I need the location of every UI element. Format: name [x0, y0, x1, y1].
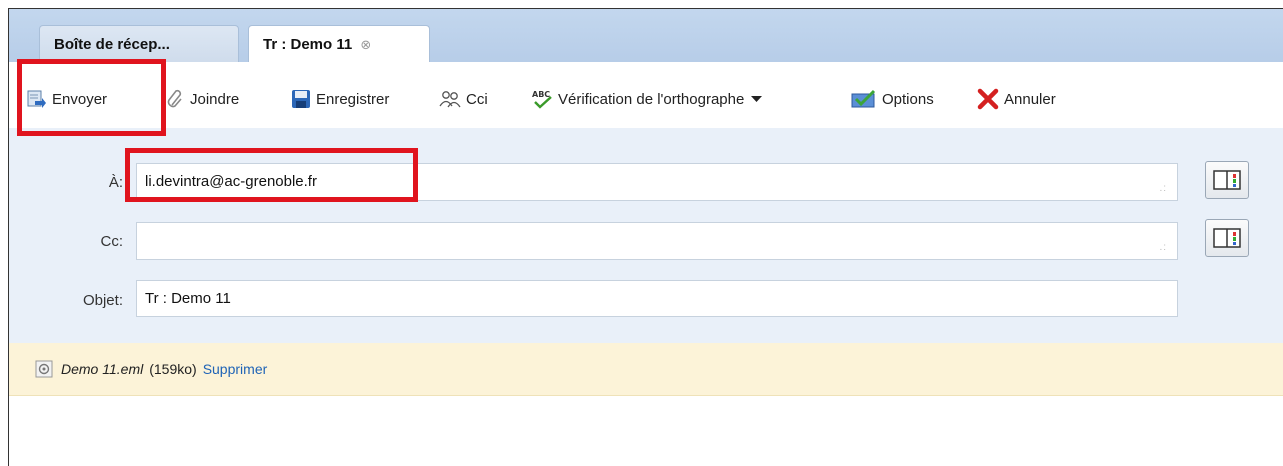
tab-compose[interactable]: Tr : Demo 11 ⊗	[248, 25, 430, 63]
to-value: li.devintra@ac-grenoble.fr	[145, 173, 317, 190]
cc-field[interactable]: .:	[136, 222, 1178, 260]
send-icon	[27, 90, 46, 108]
tab-bar: Boîte de récep... Tr : Demo 11 ⊗	[9, 9, 1283, 63]
attach-button[interactable]: Joindre	[167, 87, 239, 111]
attachment-size: (159ko)	[149, 361, 197, 377]
tab-inbox[interactable]: Boîte de récep...	[39, 25, 239, 62]
tab-inbox-label: Boîte de récep...	[54, 36, 170, 53]
attachment-file-icon	[35, 360, 53, 378]
send-label: Envoyer	[52, 90, 108, 108]
tab-compose-label: Tr : Demo 11	[263, 36, 353, 53]
spellcheck-icon: ABC	[532, 90, 552, 109]
send-button[interactable]: Envoyer	[27, 87, 107, 111]
subject-value: Tr : Demo 11	[145, 290, 231, 307]
cancel-label: Annuler	[1004, 90, 1056, 108]
remove-attachment-link[interactable]: Supprimer	[203, 361, 268, 377]
cc-address-book-button[interactable]	[1205, 219, 1249, 257]
cancel-button[interactable]: Annuler	[977, 87, 1056, 111]
attach-label: Joindre	[190, 90, 240, 108]
spellcheck-button[interactable]: ABC Vérification de l'orthographe	[531, 87, 769, 111]
floppy-icon	[292, 90, 310, 108]
toolbar: Envoyer Joindre Enregistrer Cci ABC Véri…	[9, 62, 1283, 129]
options-button[interactable]: Options	[851, 87, 934, 111]
bcc-button[interactable]: Cci	[439, 87, 488, 111]
options-label: Options	[882, 90, 934, 108]
subject-label: Objet:	[82, 292, 123, 309]
to-field[interactable]: li.devintra@ac-grenoble.fr .:	[136, 163, 1178, 201]
message-body[interactable]	[9, 397, 1283, 466]
message-header: À: li.devintra@ac-grenoble.fr .: Cc: .:	[9, 128, 1283, 344]
options-checkbox-icon	[851, 89, 876, 108]
close-x-icon	[977, 88, 999, 110]
paperclip-icon	[167, 89, 182, 108]
svg-text:ABC: ABC	[532, 90, 550, 99]
save-button[interactable]: Enregistrer	[291, 87, 389, 111]
attachment-bar: Demo 11.eml (159ko) Supprimer	[9, 343, 1283, 396]
save-label: Enregistrer	[316, 90, 390, 108]
address-book-icon	[1213, 170, 1241, 190]
compose-window: Boîte de récep... Tr : Demo 11 ⊗ Envoyer…	[8, 8, 1283, 466]
address-book-icon	[1213, 228, 1241, 248]
close-tab-icon[interactable]: ⊗	[360, 37, 371, 52]
dropdown-arrow-icon[interactable]	[750, 94, 764, 104]
to-address-book-button[interactable]	[1205, 161, 1249, 199]
subject-field[interactable]: Tr : Demo 11	[136, 280, 1178, 317]
resize-grip-icon[interactable]: .:	[1159, 243, 1167, 253]
bcc-label: Cci	[466, 90, 488, 108]
contacts-icon	[439, 91, 461, 108]
resize-grip-icon[interactable]: .:	[1159, 184, 1167, 194]
cc-label: Cc:	[100, 233, 124, 250]
attachment-filename[interactable]: Demo 11.eml	[61, 361, 143, 377]
to-label: À:	[108, 174, 123, 191]
spellcheck-label: Vérification de l'orthographe	[558, 90, 745, 108]
